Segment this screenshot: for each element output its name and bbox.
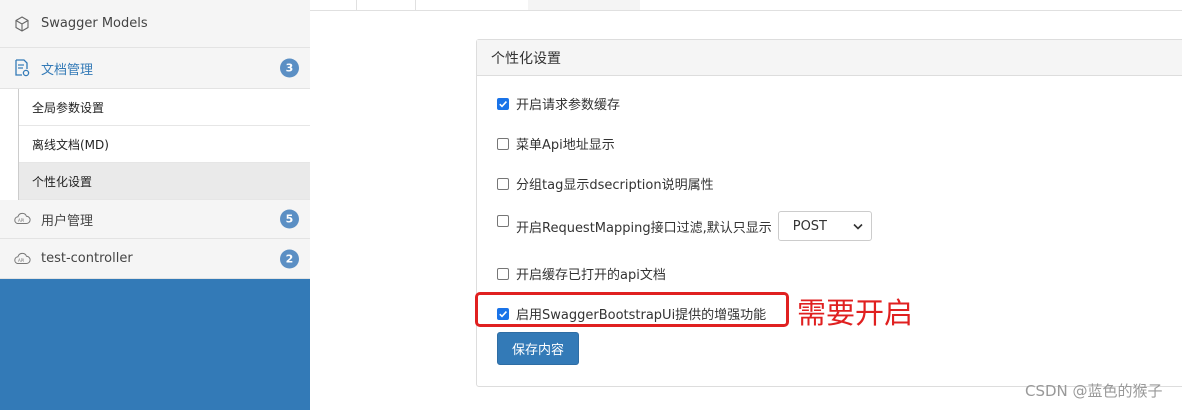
option-menu-api-address[interactable]: 菜单Api地址显示 [497,134,615,153]
select-value: POST [792,218,827,234]
option-label: 开启缓存已打开的api文档 [516,268,666,283]
highlight-box [475,292,789,327]
method-select[interactable]: POST [777,211,872,241]
count-badge: 5 [280,209,299,229]
sidebar-item-label: 用户管理 [41,213,94,229]
checkbox[interactable] [497,137,509,150]
option-request-mapping-filter[interactable]: 开启RequestMapping接口过滤,默认只显示 POST [497,211,872,241]
cube-icon [13,15,31,33]
sub-item-global-params[interactable]: 全局参数设置 [19,89,310,126]
sidebar-item-user-manage[interactable]: API 用户管理 5 [0,200,310,239]
sub-item-offline-doc[interactable]: 离线文档(MD) [19,126,310,163]
submenu: 全局参数设置 离线文档(MD) 个性化设置 [18,89,310,200]
option-request-param-cache[interactable]: 开启请求参数缓存 [497,94,620,113]
checkbox[interactable] [497,177,509,190]
checkbox[interactable] [497,97,509,110]
panel-title: 个性化设置 [477,40,1182,76]
checkbox[interactable] [497,215,509,227]
sidebar-item-label: 文档管理 [41,62,94,78]
sidebar: Swagger Models 文档管理 3 全局参数设置 离线文档(MD) 个性… [0,0,310,410]
sidebar-item-test-controller[interactable]: API test-controller 2 [0,239,310,279]
option-label: 分组tag显示dsecription说明属性 [516,178,714,193]
option-group-tag-description[interactable]: 分组tag显示dsecription说明属性 [497,174,714,193]
tab-active[interactable] [528,0,640,10]
sidebar-item-swagger-models[interactable]: Swagger Models [0,0,310,48]
sidebar-item-label: Swagger Models [41,16,148,31]
save-button[interactable]: 保存内容 [497,332,579,365]
submenu-wrap: 全局参数设置 离线文档(MD) 个性化设置 [0,89,310,200]
sidebar-item-doc-manage[interactable]: 文档管理 3 [0,48,310,89]
tab-strip [310,0,1182,11]
option-label: 菜单Api地址显示 [516,138,615,153]
option-label: 开启RequestMapping接口过滤,默认只显示 [516,220,772,236]
chevron-down-icon [853,219,863,234]
annotation-text: 需要开启 [797,296,914,330]
option-cache-opened-docs[interactable]: 开启缓存已打开的api文档 [497,264,666,283]
svg-text:API: API [18,258,24,263]
sidebar-menu: Swagger Models 文档管理 3 全局参数设置 离线文档(MD) 个性… [0,0,310,279]
settings-panel: 个性化设置 开启请求参数缓存 菜单Api地址显示 分组tag显示dsecript… [476,39,1182,387]
tab-divider [415,0,416,10]
sidebar-item-label: test-controller [41,251,133,266]
document-settings-icon [13,59,31,77]
count-badge: 3 [280,58,299,78]
sub-item-personalization[interactable]: 个性化设置 [19,163,310,200]
cloud-api-icon: API [13,210,31,228]
tab-divider [356,0,357,10]
svg-text:API: API [18,218,24,223]
count-badge: 2 [280,249,299,268]
cloud-api-icon: API [13,250,31,268]
watermark: CSDN @蓝色的猴子 [1025,382,1163,400]
option-label: 开启请求参数缓存 [516,98,621,113]
checkbox[interactable] [497,267,509,280]
